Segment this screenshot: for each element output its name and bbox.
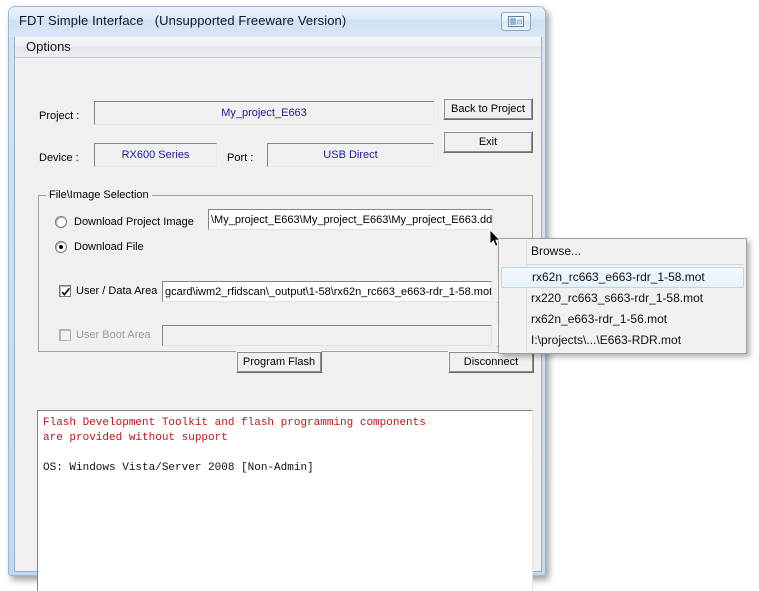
restore-window-button[interactable] [501,12,531,31]
radio-download-file[interactable] [55,241,67,253]
log-output[interactable]: Flash Development Toolkit and flash prog… [37,410,533,591]
device-field: RX600 Series [94,143,217,167]
user-data-area-label: User / Data Area [76,285,158,297]
project-field: My_project_E663 [94,101,434,125]
log-line: OS: Windows Vista/Server 2008 [Non-Admin… [43,462,314,474]
file-image-selection-title: File\Image Selection [46,189,152,201]
log-line: Flash Development Toolkit and flash prog… [43,417,426,429]
window-client-area: Options Project : My_project_E663 Device… [14,37,542,591]
menu-bar: Options [15,37,541,58]
checkbox-user-boot-area [59,329,71,341]
menu-separator [527,264,744,265]
port-field: USB Direct [267,143,434,167]
radio-download-project-image[interactable] [55,216,67,228]
screen: FDT Simple Interface (Unsupported Freewa… [0,0,759,591]
window-title: FDT Simple Interface (Unsupported Freewa… [19,13,347,28]
download-project-image-label: Download Project Image [74,216,194,228]
file-image-selection-group: File\Image Selection Download Project Im… [38,189,533,352]
user-boot-area-path-field [162,325,492,346]
log-line: are provided without support [43,432,228,444]
log-line-blank [43,446,528,461]
download-project-image-path-field[interactable]: \My_project_E663\My_project_E663\My_proj… [208,209,493,230]
checkbox-user-data-area[interactable] [59,285,71,297]
menu-item-file-1[interactable]: rx62n_rc663_e663-rdr_1-58.mot [501,267,744,288]
menu-item-file-4[interactable]: I:\projects\...\E663-RDR.mot [501,330,744,351]
radio-download-file-dot [59,245,63,249]
project-label: Project : [39,110,80,122]
disconnect-button[interactable]: Disconnect [448,351,534,373]
main-panel: Project : My_project_E663 Device : RX600… [15,58,541,591]
program-flash-button[interactable]: Program Flash [236,351,322,373]
file-history-dropdown-menu: Browse... rx62n_rc663_e663-rdr_1-58.mot … [498,238,747,354]
exit-button[interactable]: Exit [443,131,533,153]
menu-item-file-3[interactable]: rx62n_e663-rdr_1-56.mot [501,309,744,330]
port-label: Port : [227,152,254,164]
user-data-area-path-field[interactable]: gcard\iwm2_rfidscan\_output\1-58\rx62n_r… [162,281,492,302]
menu-item-file-2[interactable]: rx220_rc663_s663-rdr_1-58.mot [501,288,744,309]
back-to-project-button[interactable]: Back to Project [443,98,533,120]
menu-item-browse[interactable]: Browse... [501,241,744,262]
window-titlebar[interactable]: FDT Simple Interface (Unsupported Freewa… [9,7,545,37]
menu-item-options[interactable]: Options [23,39,74,54]
device-label: Device : [39,152,79,164]
user-boot-area-label: User Boot Area [76,329,151,341]
fdt-simple-interface-window: FDT Simple Interface (Unsupported Freewa… [8,6,546,591]
restore-window-icon [508,16,524,27]
download-file-label: Download File [74,241,144,253]
